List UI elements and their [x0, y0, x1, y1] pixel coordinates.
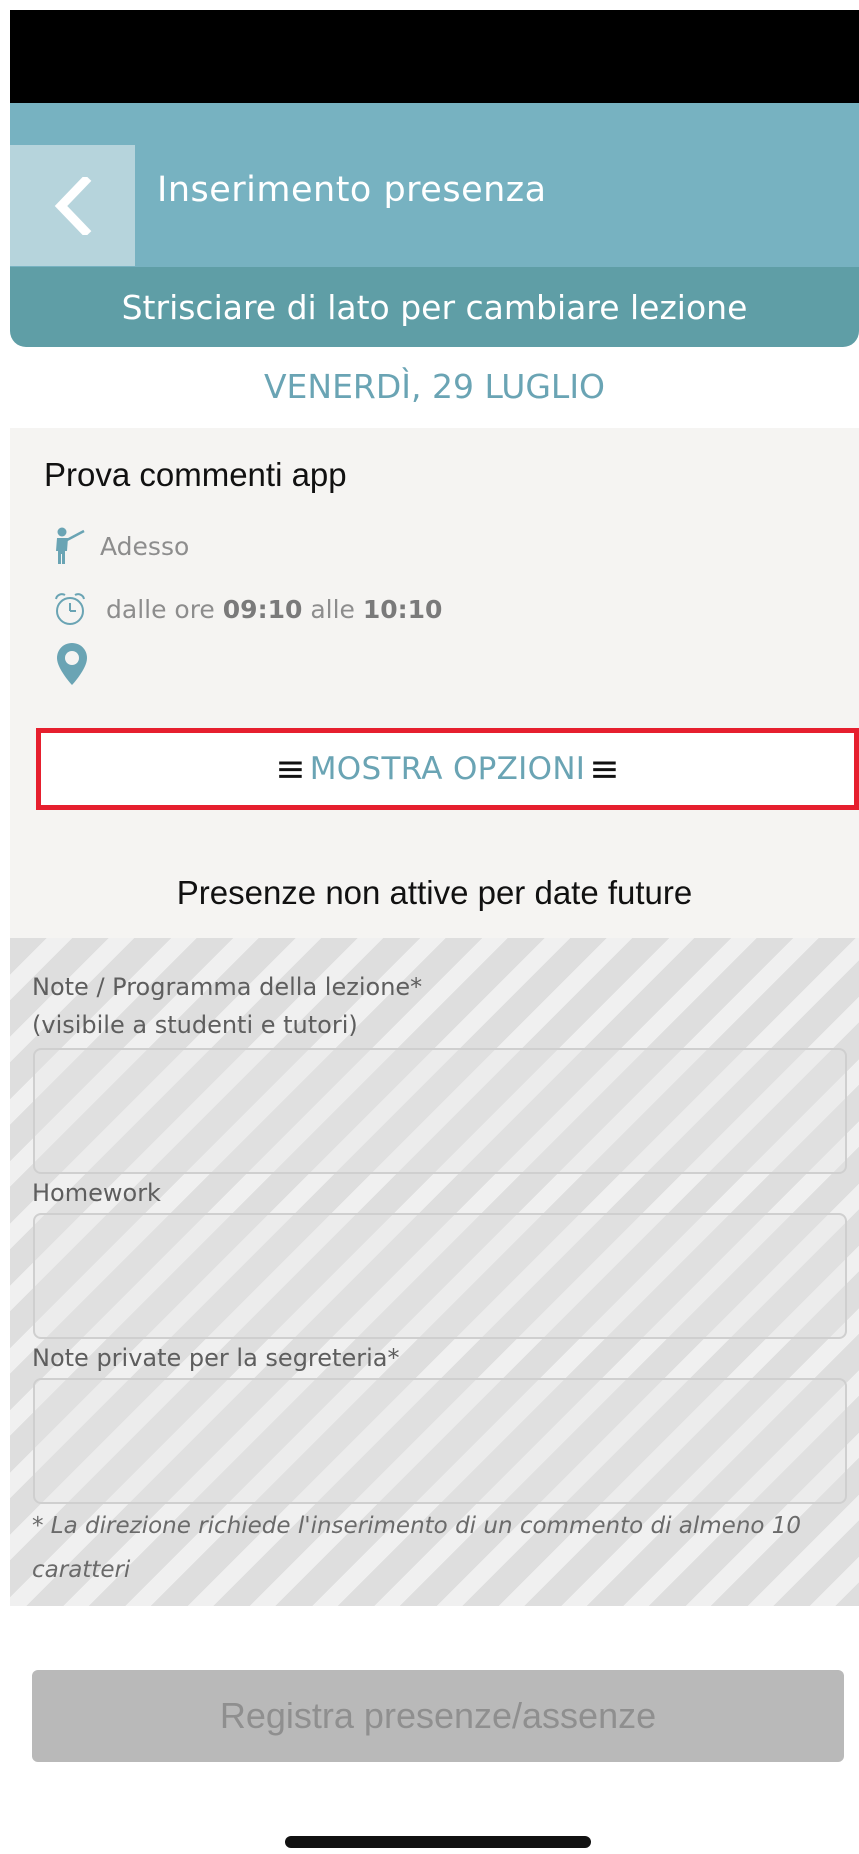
- register-attendance-button[interactable]: Registra presenze/assenze: [32, 1670, 844, 1762]
- status-bar: [10, 10, 859, 103]
- lesson-status: Adesso: [100, 531, 190, 561]
- lesson-date: VENERDÌ, 29 LUGLIO: [263, 367, 606, 406]
- swipe-hint: Strisciare di lato per cambiare lezione: [10, 267, 859, 347]
- private-notes-textarea[interactable]: [33, 1378, 847, 1504]
- show-options-label: MOSTRA OPZIONI: [309, 751, 586, 787]
- alarm-clock-icon: [55, 593, 85, 625]
- lesson-title: Prova commenti app: [44, 456, 347, 493]
- show-options-button[interactable]: ≡ MOSTRA OPZIONI ≡: [36, 728, 859, 810]
- notes-textarea[interactable]: [33, 1048, 847, 1174]
- required-comment-note: * La direzione richiede l'inserimento di…: [32, 1513, 802, 1583]
- hamburger-icon: ≡: [589, 748, 620, 790]
- lesson-teacher-row: Adesso: [52, 527, 189, 565]
- homework-label: Homework: [32, 1179, 161, 1207]
- homework-textarea[interactable]: [33, 1213, 847, 1339]
- notes-label: Note / Programma della lezione*: [32, 973, 423, 1001]
- hamburger-icon: ≡: [275, 748, 306, 790]
- time-mid: alle: [310, 594, 355, 624]
- lesson-card: [10, 428, 859, 938]
- page-title: Inserimento presenza: [157, 170, 547, 210]
- time-prefix: dalle ore: [106, 594, 215, 624]
- notes-sublabel: (visibile a studenti e tutori): [32, 1011, 358, 1039]
- teacher-icon: [56, 527, 85, 564]
- end-time: 10:10: [362, 594, 443, 624]
- lesson-time-row: dalle ore 09:10 alle 10:10: [52, 591, 442, 627]
- location-pin-icon: [57, 643, 87, 685]
- chevron-left-icon: [54, 176, 91, 235]
- start-time: 09:10: [222, 594, 303, 624]
- private-notes-label: Note private per la segreteria*: [32, 1344, 400, 1372]
- back-button[interactable]: [10, 145, 135, 266]
- home-indicator: [285, 1836, 591, 1848]
- inactive-message: Presenze non attive per date future: [176, 874, 693, 911]
